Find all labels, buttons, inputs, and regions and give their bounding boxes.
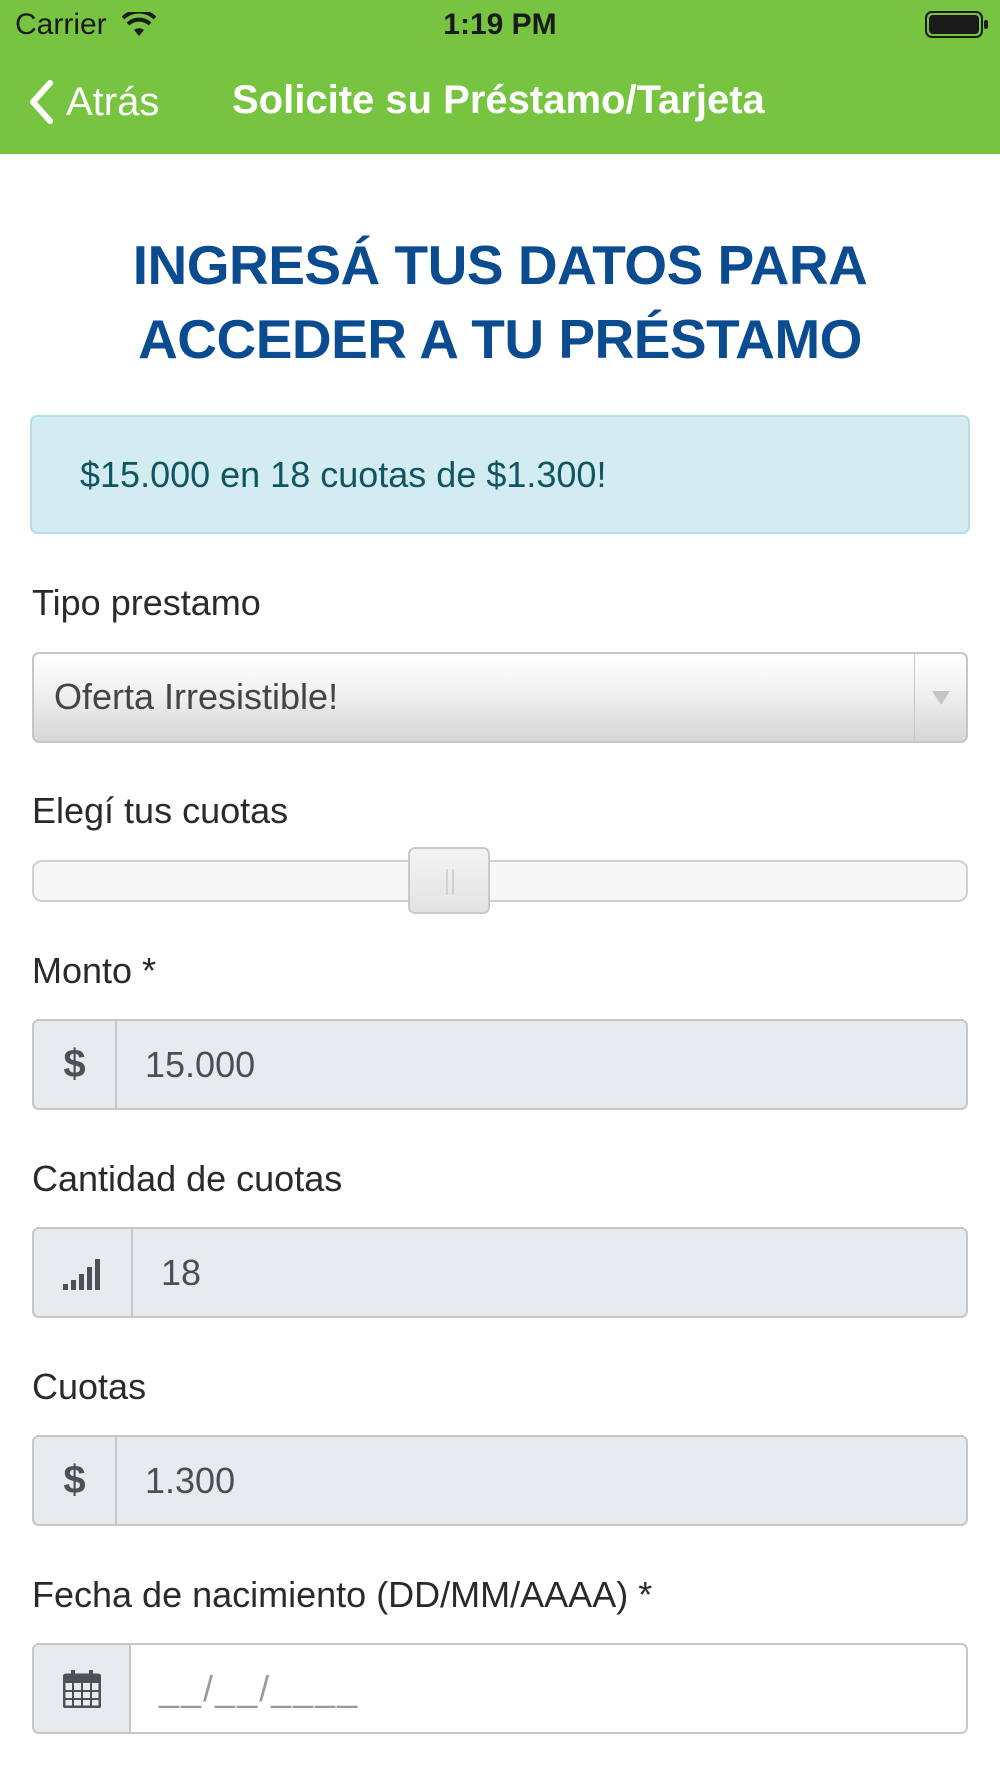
fecha-nacimiento-label: Fecha de nacimiento (DD/MM/AAAA) * — [32, 1574, 653, 1615]
cuotas-label: Cuotas — [32, 1366, 147, 1407]
battery-icon — [925, 11, 988, 38]
monto-label: Monto * — [32, 950, 157, 991]
cuotas-input-group: $ 1.300 — [32, 1435, 968, 1526]
tipo-prestamo-selected-value: Oferta Irresistible! — [54, 676, 339, 717]
back-button-label: Atrás — [66, 79, 160, 124]
cuotas-slider-track[interactable] — [32, 860, 968, 902]
chevron-left-icon — [30, 80, 53, 124]
status-time: 1:19 PM — [443, 8, 557, 41]
page-heading: INGRESÁ TUS DATOS PARA ACCEDER A TU PRÉS… — [132, 234, 868, 370]
fecha-nacimiento-input[interactable]: __/__/____ — [131, 1645, 966, 1732]
cantidad-cuotas-input-group: 18 — [32, 1227, 968, 1318]
loan-summary-alert: $15.000 en 18 cuotas de $1.300! — [30, 415, 970, 534]
monto-input[interactable]: 15.000 — [117, 1021, 966, 1108]
back-button[interactable]: Atrás — [26, 74, 159, 130]
top-bar: Carrier 1:19 PM Atrás Solicite su Présta… — [0, 0, 1000, 154]
tipo-prestamo-label: Tipo prestamo — [32, 582, 261, 623]
tipo-prestamo-select[interactable]: Oferta Irresistible! — [32, 652, 968, 743]
cuotas-input[interactable]: 1.300 — [117, 1437, 966, 1524]
cantidad-cuotas-input[interactable]: 18 — [133, 1229, 966, 1316]
cantidad-cuotas-label: Cantidad de cuotas — [32, 1158, 343, 1199]
cantidad-cuotas-addon — [34, 1229, 133, 1316]
monto-currency-addon: $ — [34, 1021, 117, 1108]
fecha-nacimiento-input-group: __/__/____ — [32, 1643, 968, 1734]
signal-bars-icon — [62, 1258, 100, 1290]
calendar-addon — [34, 1645, 131, 1732]
cuotas-slider-label: Elegí tus cuotas — [32, 790, 289, 831]
nav-title: Solicite su Préstamo/Tarjeta — [232, 78, 765, 122]
triangle-down-icon — [931, 690, 950, 705]
cuotas-currency-addon: $ — [34, 1437, 117, 1524]
calendar-icon — [62, 1669, 101, 1708]
cuotas-slider-handle[interactable] — [407, 847, 490, 914]
monto-input-group: $ 15.000 — [32, 1019, 968, 1110]
select-arrow — [914, 654, 966, 741]
